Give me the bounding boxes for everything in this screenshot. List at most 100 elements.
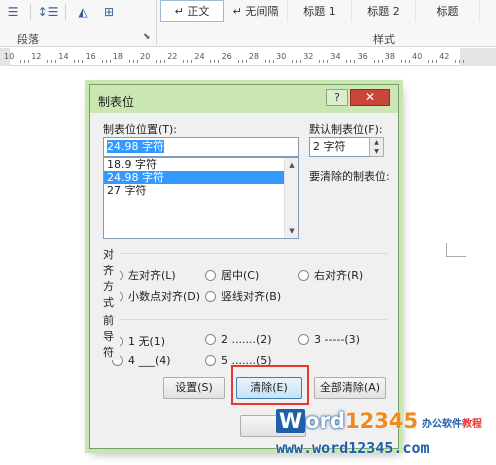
help-button[interactable]: ? <box>326 89 348 106</box>
list-icon[interactable]: ☰ <box>4 4 22 20</box>
watermark: Word12345 办公软件教程 www.word12345.com <box>272 406 496 465</box>
group-divider <box>103 253 387 254</box>
style-title[interactable]: 标题 <box>416 0 480 22</box>
ruler-tick <box>432 60 433 63</box>
ruler-tick <box>323 60 325 63</box>
ruler-tick <box>191 60 193 63</box>
ruler-tick <box>218 60 220 63</box>
tab-position-input[interactable]: 24.98 字符 <box>103 137 299 157</box>
list-scrollbar[interactable]: ▲ ▼ <box>284 158 298 238</box>
ruler-tick <box>187 60 189 63</box>
ruler-tick <box>245 60 247 63</box>
ruler-tick <box>436 60 437 63</box>
ribbon-separator <box>30 4 31 20</box>
style-heading-1[interactable]: 标题 1 <box>288 0 352 22</box>
ruler-tick <box>264 60 266 63</box>
spin-up-icon[interactable]: ▲ <box>370 138 383 147</box>
dialog-launcher-icon[interactable]: ⬊ <box>143 32 151 42</box>
default-tab-spinner[interactable]: ▲ ▼ <box>369 137 384 157</box>
tabs-dialog: 制表位 ? ✕ 制表位位置(T): 24.98 字符 18.9 字符 24.98… <box>89 84 399 449</box>
group-divider <box>103 319 387 320</box>
align-center-radio[interactable]: 居中(C) <box>205 267 259 283</box>
ruler-number: 10 <box>4 52 15 61</box>
highlight-box <box>231 365 309 405</box>
radio-dot <box>205 355 216 366</box>
to-clear-label: 要清除的制表位: <box>309 170 390 183</box>
spin-down-icon[interactable]: ▼ <box>370 147 383 156</box>
ruler-number: 36 <box>357 52 368 61</box>
style-no-spacing[interactable]: ↵ 无间隔 <box>224 0 288 22</box>
ruler-tick <box>55 60 57 63</box>
scroll-down-icon[interactable]: ▼ <box>285 224 299 238</box>
ruler-tick <box>319 60 321 63</box>
close-button[interactable]: ✕ <box>350 89 390 106</box>
ruler-tick <box>463 60 465 63</box>
ruler-tick <box>20 60 21 63</box>
ruler-tick <box>455 60 457 63</box>
ruler-tick <box>101 60 103 63</box>
ruler-number: 26 <box>221 52 232 61</box>
ruler-number: 24 <box>194 52 205 61</box>
ruler-tick <box>109 60 111 63</box>
shading-icon[interactable]: ◭ <box>74 4 92 20</box>
list-item[interactable]: 27 字符 <box>104 184 298 197</box>
style-normal[interactable]: ↵ 正文 <box>160 0 224 22</box>
ruler-tick <box>82 60 84 63</box>
ruler-tick <box>78 60 80 63</box>
ruler-tick <box>346 60 348 63</box>
ruler-number: 14 <box>58 52 69 61</box>
leader-underline-radio[interactable]: 4 ___(4) <box>112 354 171 367</box>
watermark-url: www.word12345.com <box>276 439 430 457</box>
ruler-tick <box>373 60 375 63</box>
paragraph-group-label: 段落 <box>17 33 39 46</box>
leader-dashes-radio[interactable]: 3 -----(3) <box>298 333 360 346</box>
ruler-tick <box>292 60 293 63</box>
default-tab-input[interactable]: 2 字符 <box>309 137 370 157</box>
list-item-selected[interactable]: 24.98 字符 <box>104 171 298 184</box>
ruler-number: 30 <box>276 52 287 61</box>
ruler-tick <box>300 60 301 63</box>
dialog-title: 制表位 <box>98 95 135 109</box>
ruler-tick <box>237 60 239 63</box>
ruler-tick <box>105 60 107 63</box>
page-corner-mark <box>446 243 466 257</box>
ruler-tick <box>327 60 329 63</box>
ruler-tick <box>164 60 165 63</box>
style-gallery: ↵ 正文 ↵ 无间隔 标题 1 标题 2 标题 <box>160 0 480 22</box>
dialog-titlebar[interactable]: 制表位 ? ✕ <box>90 85 398 113</box>
ribbon: ☰ ↕☰ ◭ ⊞ 段落 ⬊ ↵ 正文 ↵ 无间隔 标题 1 标题 2 标题 样式 <box>0 0 496 47</box>
ruler-tick <box>24 60 25 63</box>
set-button[interactable]: 设置(S) <box>163 377 225 399</box>
list-item[interactable]: 18.9 字符 <box>104 158 298 171</box>
ruler-number: 12 <box>31 52 42 61</box>
watermark-logo: Word12345 <box>276 409 418 433</box>
ruler-tick <box>268 60 270 63</box>
ruler-tick <box>400 60 402 63</box>
ruler-number: 20 <box>140 52 151 61</box>
align-right-radio[interactable]: 右对齐(R) <box>298 267 363 283</box>
borders-icon[interactable]: ⊞ <box>100 4 118 20</box>
scroll-up-icon[interactable]: ▲ <box>285 158 299 172</box>
alignment-group-label: 对齐方式 <box>103 246 120 310</box>
align-bar-radio[interactable]: 竖线对齐(B) <box>205 288 281 304</box>
ruler-tick <box>51 60 53 63</box>
horizontal-ruler[interactable]: 10 12 14 16 18 20 22 24 26 28 30 32 34 36 38 40 42 <box>0 48 496 66</box>
tab-position-list[interactable]: 18.9 字符 24.98 字符 27 字符 ▲ ▼ <box>103 157 299 239</box>
ruler-tick <box>156 60 157 63</box>
ruler-number: 28 <box>248 52 259 61</box>
styles-group-label: 样式 <box>373 33 395 46</box>
ruler-tick <box>428 60 429 63</box>
line-spacing-icon[interactable]: ↕☰ <box>38 4 59 20</box>
align-left-radio[interactable]: 左对齐(L) <box>112 267 176 283</box>
ruler-tick <box>128 60 130 63</box>
align-decimal-radio[interactable]: 小数点对齐(D) <box>112 288 200 304</box>
radio-dot <box>298 334 309 345</box>
watermark-tagline: 办公软件教程 <box>422 419 482 430</box>
ruler-number: 34 <box>330 52 341 61</box>
leader-dots-radio[interactable]: 2 .......(2) <box>205 333 272 346</box>
radio-dot <box>205 290 216 302</box>
ruler-tick <box>241 60 243 63</box>
style-heading-2[interactable]: 标题 2 <box>352 0 416 22</box>
clear-all-button[interactable]: 全部清除(A) <box>314 377 386 399</box>
ruler-tick <box>354 60 356 63</box>
